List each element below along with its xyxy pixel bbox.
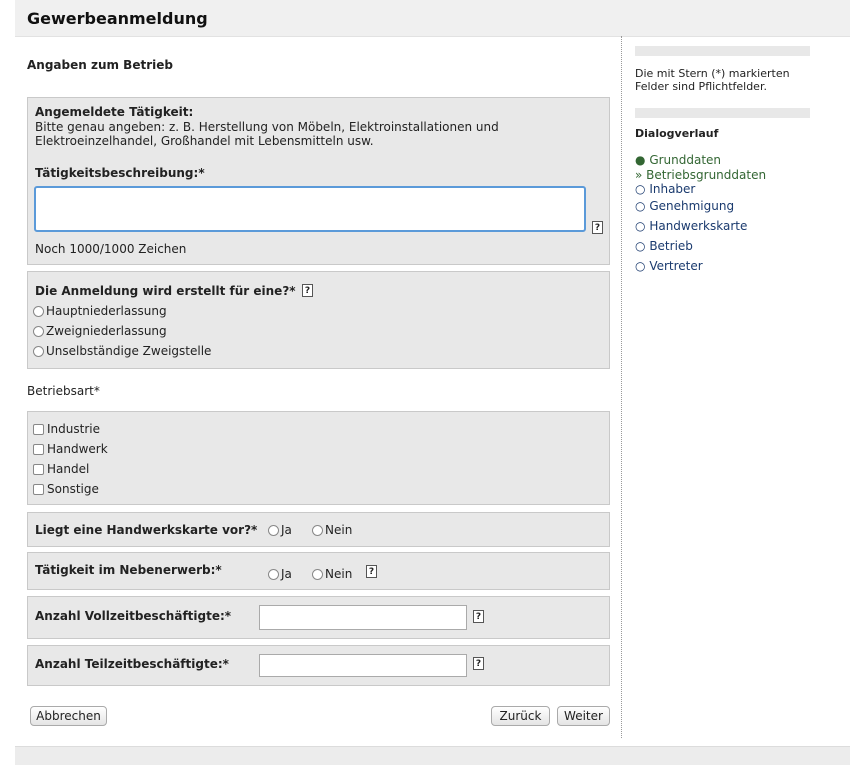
radio-circle[interactable] xyxy=(33,346,44,357)
side-job-help-icon[interactable]: ? xyxy=(366,565,377,578)
parttime-help-icon[interactable]: ? xyxy=(473,657,484,670)
radio-circle[interactable] xyxy=(268,525,279,536)
section-title: Angaben zum Betrieb xyxy=(27,58,173,72)
activity-hint-1: Bitte genau angeben: z. B. Herstellung v… xyxy=(35,120,499,134)
step-label: Inhaber xyxy=(649,182,696,196)
parttime-label: Anzahl Teilzeitbeschäftigte:* xyxy=(35,657,229,671)
registration-help-icon[interactable]: ? xyxy=(302,284,313,297)
activity-heading: Angemeldete Tätigkeit: xyxy=(35,105,194,119)
parttime-input[interactable] xyxy=(259,654,467,677)
step-betriebsgrunddaten: » Betriebsgrunddaten xyxy=(635,168,766,182)
side-job-label: Tätigkeit im Nebenerwerb:* xyxy=(35,563,222,577)
pending-step-icon: ○ xyxy=(635,239,646,253)
current-step-icon: » xyxy=(635,168,643,182)
parttime-panel: Anzahl Teilzeitbeschäftigte:* ? xyxy=(27,645,610,686)
radio-label: Zweigniederlassung xyxy=(46,324,167,338)
checkbox-sonstige[interactable]: Sonstige xyxy=(33,482,99,496)
radio-label: Unselbständige Zweigstelle xyxy=(46,344,212,358)
checkbox-box[interactable] xyxy=(33,424,44,435)
craft-card-yes[interactable]: Ja xyxy=(268,523,292,537)
side-job-yes[interactable]: Ja xyxy=(268,567,292,581)
craft-card-panel: Liegt eine Handwerkskarte vor?* Ja Nein xyxy=(27,512,610,547)
description-help-icon[interactable]: ? xyxy=(592,221,603,234)
fulltime-input[interactable] xyxy=(259,605,467,630)
step-label: Betrieb xyxy=(649,239,693,253)
step-inhaber: ○ Inhaber xyxy=(635,182,766,196)
side-job-no[interactable]: Nein xyxy=(312,567,352,581)
checkbox-box[interactable] xyxy=(33,464,44,475)
step-vertreter: ○ Vertreter xyxy=(635,256,766,276)
description-textarea[interactable] xyxy=(34,186,586,232)
radio-hauptniederlassung[interactable]: Hauptniederlassung xyxy=(33,304,167,318)
radio-circle[interactable] xyxy=(312,569,323,580)
pending-step-icon: ○ xyxy=(635,182,646,196)
step-handwerkskarte: ○ Handwerkskarte xyxy=(635,216,766,236)
dialog-steps: ● Grunddaten » Betriebsgrunddaten ○ Inha… xyxy=(635,152,766,276)
step-genehmigung: ○ Genehmigung xyxy=(635,196,766,216)
radio-unselbstaendige-zweigstelle[interactable]: Unselbständige Zweigstelle xyxy=(33,344,211,358)
sidebar-bar-middle xyxy=(635,108,810,118)
registration-label: Die Anmeldung wird erstellt für eine?* xyxy=(35,284,296,298)
step-betrieb: ○ Betrieb xyxy=(635,236,766,256)
craft-card-label: Liegt eine Handwerkskarte vor?* xyxy=(35,523,258,537)
checkbox-handel[interactable]: Handel xyxy=(33,462,89,476)
radio-circle[interactable] xyxy=(312,525,323,536)
pending-step-icon: ○ xyxy=(635,259,646,273)
checkbox-handwerk[interactable]: Handwerk xyxy=(33,442,108,456)
checkbox-box[interactable] xyxy=(33,444,44,455)
description-label: Tätigkeitsbeschreibung:* xyxy=(35,166,205,180)
fulltime-help-icon[interactable]: ? xyxy=(473,610,484,623)
radio-label: Ja xyxy=(281,567,292,581)
radio-circle[interactable] xyxy=(268,569,279,580)
activity-hint-2: Elektroeinzelhandel, Großhandel mit Lebe… xyxy=(35,134,374,148)
char-counter: Noch 1000/1000 Zeichen xyxy=(35,242,187,256)
business-type-label: Betriebsart* xyxy=(27,384,100,398)
radio-circle[interactable] xyxy=(33,326,44,337)
fulltime-label: Anzahl Vollzeitbeschäftigte:* xyxy=(35,609,232,623)
step-label: Handwerkskarte xyxy=(649,219,748,233)
radio-label: Nein xyxy=(325,523,353,537)
radio-circle[interactable] xyxy=(33,306,44,317)
radio-label: Hauptniederlassung xyxy=(46,304,167,318)
next-button[interactable]: Weiter xyxy=(557,706,610,726)
step-label: Grunddaten xyxy=(649,153,722,167)
pending-step-icon: ○ xyxy=(635,199,646,213)
step-label: Vertreter xyxy=(649,259,703,273)
back-button[interactable]: Zurück xyxy=(491,706,550,726)
fulltime-panel: Anzahl Vollzeitbeschäftigte:* ? xyxy=(27,596,610,639)
step-label: Genehmigung xyxy=(649,199,735,213)
required-note-line-2: Felder sind Pflichtfelder. xyxy=(635,80,767,93)
radio-label: Ja xyxy=(281,523,292,537)
column-divider xyxy=(621,36,622,738)
step-label: Betriebsgrunddaten xyxy=(646,168,767,182)
sidebar-bar-top xyxy=(635,46,810,56)
checkbox-label: Handel xyxy=(47,462,90,476)
radio-zweigniederlassung[interactable]: Zweigniederlassung xyxy=(33,324,167,338)
checkbox-industrie[interactable]: Industrie xyxy=(33,422,100,436)
required-note-line-1: Die mit Stern (*) markierten xyxy=(635,67,790,80)
radio-label: Nein xyxy=(325,567,353,581)
required-note: Die mit Stern (*) markierten Felder sind… xyxy=(635,67,790,93)
checkbox-label: Handwerk xyxy=(47,442,108,456)
footer-band xyxy=(15,746,850,765)
dialog-heading: Dialogverlauf xyxy=(635,127,719,140)
side-job-panel: Tätigkeit im Nebenerwerb:* Ja Nein ? xyxy=(27,552,610,590)
checkbox-label: Sonstige xyxy=(47,482,99,496)
step-grunddaten[interactable]: ● Grunddaten xyxy=(635,152,766,168)
registration-panel: Die Anmeldung wird erstellt für eine?* ?… xyxy=(27,271,610,369)
activity-panel: Angemeldete Tätigkeit: Bitte genau angeb… xyxy=(27,97,610,265)
done-bullet-icon: ● xyxy=(635,153,646,167)
pending-step-icon: ○ xyxy=(635,219,646,233)
craft-card-no[interactable]: Nein xyxy=(312,523,352,537)
checkbox-label: Industrie xyxy=(47,422,100,436)
business-type-panel: Industrie Handwerk Handel Sonstige xyxy=(27,411,610,505)
cancel-button[interactable]: Abbrechen xyxy=(30,706,107,726)
page-title: Gewerbeanmeldung xyxy=(27,9,208,28)
checkbox-box[interactable] xyxy=(33,484,44,495)
